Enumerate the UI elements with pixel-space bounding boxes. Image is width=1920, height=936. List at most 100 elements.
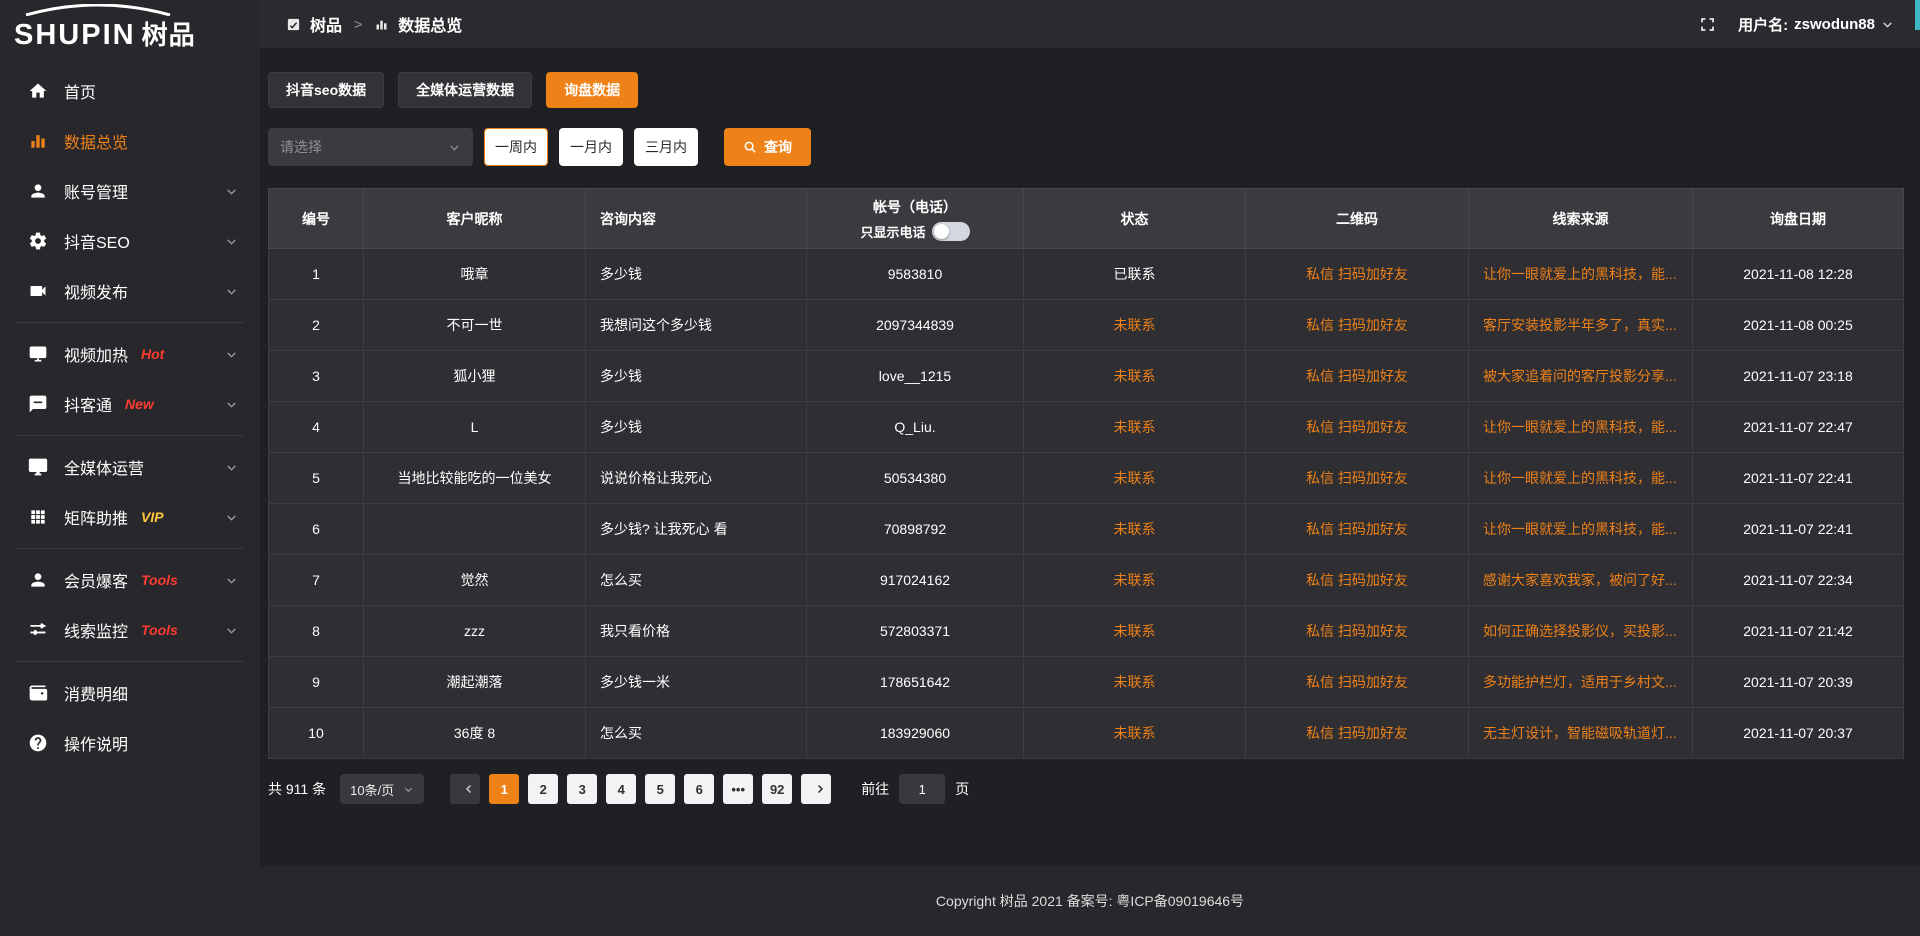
menu-square-icon (286, 17, 301, 32)
cell-nickname: L (364, 402, 586, 453)
sidebar-item-首页[interactable]: 首页 (0, 66, 260, 116)
cell-qr-link[interactable]: 私信 扫码加好友 (1246, 657, 1469, 708)
sidebar-item-抖客通[interactable]: 抖客通New (0, 379, 260, 429)
page-size-select[interactable]: 10条/页 (340, 774, 424, 804)
cell-source-link[interactable]: 让你一眼就爱上的黑科技，能... (1469, 504, 1693, 555)
cell-source-link[interactable]: 感谢大家喜欢我家，被问了好... (1469, 555, 1693, 606)
cell-content: 我想问这个多少钱 (586, 300, 807, 351)
chevron-right-icon (814, 783, 826, 795)
sidebar-divider (16, 661, 244, 662)
username-label: 用户名: (1738, 14, 1788, 35)
wallet-icon (28, 683, 48, 703)
sidebar-item-抖音SEO[interactable]: 抖音SEO (0, 216, 260, 266)
phone-only-toggle[interactable] (932, 222, 970, 241)
page-2-button[interactable]: 2 (528, 774, 558, 804)
breadcrumb-root[interactable]: 树品 (310, 12, 342, 36)
cell-qr-link[interactable]: 私信 扫码加好友 (1246, 300, 1469, 351)
main-content: 抖音seo数据 全媒体运营数据 询盘数据 请选择 一周内 一月内 三月内 查询 (260, 48, 1920, 936)
page-3-button[interactable]: 3 (567, 774, 597, 804)
cell-source-link[interactable]: 客厅安装投影半年多了，真实... (1469, 300, 1693, 351)
sidebar-item-操作说明[interactable]: 操作说明 (0, 718, 260, 768)
cell-source-link[interactable]: 被大家追着问的客厅投影分享... (1469, 351, 1693, 402)
sidebar-item-数据总览[interactable]: 数据总览 (0, 116, 260, 166)
range-week-button[interactable]: 一周内 (484, 128, 548, 166)
page-92-button[interactable]: 92 (762, 774, 792, 804)
cell-index: 10 (269, 708, 364, 759)
cell-qr-link[interactable]: 私信 扫码加好友 (1246, 555, 1469, 606)
cell-status: 未联系 (1024, 351, 1246, 402)
sidebar-item-全媒体运营[interactable]: 全媒体运营 (0, 442, 260, 492)
prev-page-button[interactable] (450, 774, 480, 804)
cell-account: 2097344839 (807, 300, 1024, 351)
logo-arc-icon (22, 4, 174, 16)
sidebar-item-badge: VIP (141, 509, 164, 525)
table-row: 1哦章多少钱9583810已联系私信 扫码加好友让你一眼就爱上的黑科技，能...… (269, 249, 1904, 300)
cell-qr-link[interactable]: 私信 扫码加好友 (1246, 504, 1469, 555)
cell-qr-link[interactable]: 私信 扫码加好友 (1246, 249, 1469, 300)
member-icon (28, 570, 48, 590)
tab-media-operation-data[interactable]: 全媒体运营数据 (398, 72, 532, 108)
sidebar-item-线索监控[interactable]: 线索监控Tools (0, 605, 260, 655)
sidebar-item-label: 操作说明 (64, 731, 128, 755)
page-5-button[interactable]: 5 (645, 774, 675, 804)
page-size-value: 10条/页 (350, 780, 394, 799)
tab-douyin-seo-data[interactable]: 抖音seo数据 (268, 72, 384, 108)
cell-nickname: 觉然 (364, 555, 586, 606)
cell-index: 2 (269, 300, 364, 351)
sidebar-item-消费明细[interactable]: 消费明细 (0, 668, 260, 718)
cell-qr-link[interactable]: 私信 扫码加好友 (1246, 351, 1469, 402)
sidebar-item-矩阵助推[interactable]: 矩阵助推VIP (0, 492, 260, 542)
logo-word: SHUPIN (14, 19, 136, 51)
bar-chart-icon (28, 131, 48, 151)
user-icon (28, 181, 48, 201)
copyright-text: Copyright 树品 2021 备案号: 粤ICP备09019646号 (936, 891, 1244, 911)
filter-select[interactable]: 请选择 (268, 128, 473, 166)
sidebar-item-视频发布[interactable]: 视频发布 (0, 266, 260, 316)
cell-source-link[interactable]: 多功能护栏灯，适用于乡村文... (1469, 657, 1693, 708)
cell-source-link[interactable]: 让你一眼就爱上的黑科技，能... (1469, 453, 1693, 504)
tab-inquiry-data[interactable]: 询盘数据 (546, 72, 638, 108)
cell-status: 未联系 (1024, 402, 1246, 453)
column-status: 状态 (1024, 189, 1246, 249)
sidebar-item-label: 线索监控 (64, 618, 128, 642)
monitor-play-icon (28, 344, 48, 364)
chevron-down-icon (225, 511, 238, 524)
cell-nickname: 不可一世 (364, 300, 586, 351)
monitor-icon (28, 457, 48, 477)
goto-page-input[interactable] (899, 774, 945, 804)
page-1-button[interactable]: 1 (489, 774, 519, 804)
cell-source-link[interactable]: 无主灯设计，智能磁吸轨道灯... (1469, 708, 1693, 759)
cell-qr-link[interactable]: 私信 扫码加好友 (1246, 402, 1469, 453)
filter-row: 请选择 一周内 一月内 三月内 查询 (268, 128, 1904, 166)
next-page-button[interactable] (801, 774, 831, 804)
cell-date: 2021-11-07 22:34 (1693, 555, 1904, 606)
sidebar-item-账号管理[interactable]: 账号管理 (0, 166, 260, 216)
cell-qr-link[interactable]: 私信 扫码加好友 (1246, 708, 1469, 759)
filter-select-placeholder: 请选择 (280, 137, 322, 157)
page-ellipsis-button[interactable]: ••• (723, 774, 753, 804)
cell-nickname: 潮起潮落 (364, 657, 586, 708)
breadcrumb-separator: > (351, 16, 365, 32)
page-6-button[interactable]: 6 (684, 774, 714, 804)
page-4-button[interactable]: 4 (606, 774, 636, 804)
cell-source-link[interactable]: 让你一眼就爱上的黑科技，能... (1469, 249, 1693, 300)
cell-source-link[interactable]: 如何正确选择投影仪，买投影... (1469, 606, 1693, 657)
range-month-button[interactable]: 一月内 (559, 128, 623, 166)
fullscreen-icon[interactable] (1699, 16, 1716, 33)
table-row: 8zzz我只看价格572803371未联系私信 扫码加好友如何正确选择投影仪，买… (269, 606, 1904, 657)
sidebar-item-视频加热[interactable]: 视频加热Hot (0, 329, 260, 379)
cell-date: 2021-11-07 20:39 (1693, 657, 1904, 708)
user-menu[interactable]: 用户名: zswodun88 (1738, 14, 1894, 35)
query-button[interactable]: 查询 (724, 128, 811, 166)
cell-date: 2021-11-07 23:18 (1693, 351, 1904, 402)
chevron-down-icon (225, 185, 238, 198)
cell-source-link[interactable]: 让你一眼就爱上的黑科技，能... (1469, 402, 1693, 453)
cell-date: 2021-11-07 22:41 (1693, 453, 1904, 504)
grid-icon (28, 507, 48, 527)
scrollbar-thumb[interactable] (1915, 0, 1920, 30)
cell-qr-link[interactable]: 私信 扫码加好友 (1246, 453, 1469, 504)
cell-qr-link[interactable]: 私信 扫码加好友 (1246, 606, 1469, 657)
range-quarter-button[interactable]: 三月内 (634, 128, 698, 166)
cell-status: 未联系 (1024, 657, 1246, 708)
sidebar-item-会员爆客[interactable]: 会员爆客Tools (0, 555, 260, 605)
